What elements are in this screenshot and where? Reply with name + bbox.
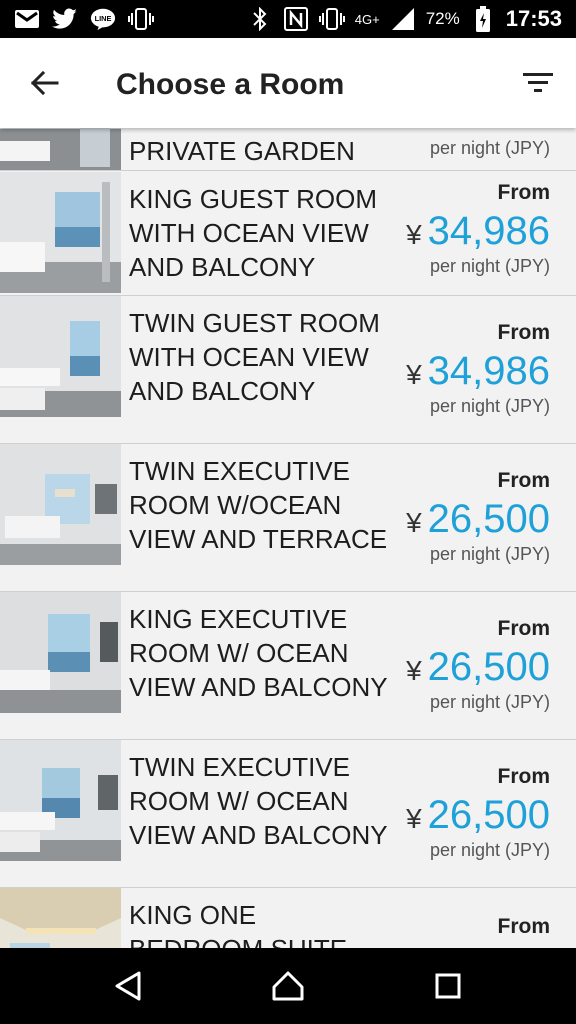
currency-symbol: ¥ — [406, 803, 422, 834]
currency-symbol: ¥ — [406, 507, 422, 538]
room-thumbnail — [0, 128, 121, 170]
from-label: From — [497, 181, 551, 204]
price-block: From ¥ 34,986 per night (JPY) — [350, 180, 550, 277]
currency-symbol: ¥ — [406, 655, 422, 686]
svg-text:LINE: LINE — [95, 14, 112, 23]
twitter-icon — [52, 6, 78, 32]
room-thumbnail — [0, 592, 121, 713]
price-block: From ¥ 26,500 per night (JPY) — [350, 764, 550, 861]
back-button[interactable] — [24, 63, 64, 103]
room-thumbnail — [0, 444, 121, 565]
from-label: From — [497, 765, 551, 788]
room-price: 34,986 — [427, 209, 550, 253]
per-night-label: per night (JPY) — [429, 138, 550, 158]
nfc-icon — [283, 6, 309, 32]
filter-button[interactable] — [516, 63, 560, 103]
room-row[interactable]: TWIN EXECUTIVE ROOM W/ OCEAN VIEW AND BA… — [0, 740, 576, 888]
signal-icon — [390, 6, 416, 32]
room-thumbnail — [0, 296, 121, 417]
status-bar: LINE 4G+ 72% 17:53 — [0, 0, 576, 38]
nav-home-button[interactable] — [262, 962, 314, 1010]
battery-icon — [470, 6, 496, 32]
from-label: From — [497, 469, 551, 492]
app-bar: Choose a Room — [0, 38, 576, 128]
room-row[interactable]: KING ONE BEDROOM SUITE From — [0, 888, 576, 948]
currency-symbol: ¥ — [406, 219, 422, 250]
room-row[interactable]: KING EXECUTIVE ROOM W/ OCEAN VIEW AND BA… — [0, 592, 576, 740]
room-list[interactable]: PRIVATE GARDEN per night (JPY) KING GUES… — [0, 128, 576, 948]
clock: 17:53 — [505, 6, 562, 31]
room-price: 34,986 — [427, 349, 550, 393]
network-type: 4G+ — [354, 11, 380, 27]
room-thumbnail — [0, 888, 121, 948]
room-row[interactable]: TWIN GUEST ROOM WITH OCEAN VIEW AND BALC… — [0, 296, 576, 444]
room-price: 26,500 — [427, 645, 550, 689]
price-block: From ¥ 26,500 per night (JPY) — [350, 616, 550, 713]
room-thumbnail — [0, 172, 121, 293]
from-label: From — [497, 321, 551, 344]
per-night-label: per night (JPY) — [429, 544, 550, 564]
room-thumbnail — [0, 740, 121, 861]
recents-square-icon — [435, 973, 461, 999]
vibrate-icon — [128, 6, 154, 32]
price-block: per night (JPY) — [350, 136, 550, 159]
per-night-label: per night (JPY) — [429, 840, 550, 860]
currency-symbol: ¥ — [406, 359, 422, 390]
page-title: Choose a Room — [116, 68, 345, 101]
price-block: From ¥ 34,986 per night (JPY) — [350, 320, 550, 417]
gmail-icon — [14, 6, 40, 32]
room-row[interactable]: KING GUEST ROOM WITH OCEAN VIEW AND BALC… — [0, 172, 576, 296]
room-row[interactable]: PRIVATE GARDEN per night (JPY) — [0, 128, 576, 171]
room-price: 26,500 — [427, 793, 550, 837]
room-row[interactable]: TWIN EXECUTIVE ROOM W/OCEAN VIEW AND TER… — [0, 444, 576, 592]
battery-percent: 72% — [425, 9, 460, 28]
per-night-label: per night (JPY) — [429, 692, 550, 712]
nav-back-button[interactable] — [102, 962, 154, 1010]
per-night-label: per night (JPY) — [429, 256, 550, 276]
home-circle-icon — [272, 971, 304, 1001]
nav-recents-button[interactable] — [422, 962, 474, 1010]
from-label: From — [497, 617, 551, 640]
per-night-label: per night (JPY) — [429, 396, 550, 416]
from-label: From — [497, 915, 551, 938]
room-price: 26,500 — [427, 497, 550, 541]
line-icon: LINE — [90, 6, 116, 32]
back-arrow-icon — [30, 70, 59, 96]
navigation-bar — [0, 948, 576, 1024]
price-block: From ¥ 26,500 per night (JPY) — [350, 468, 550, 565]
bluetooth-icon — [247, 6, 273, 32]
filter-icon — [523, 73, 553, 92]
vibrate-icon — [318, 6, 345, 32]
back-triangle-icon — [115, 971, 141, 1001]
price-block: From — [350, 914, 551, 940]
